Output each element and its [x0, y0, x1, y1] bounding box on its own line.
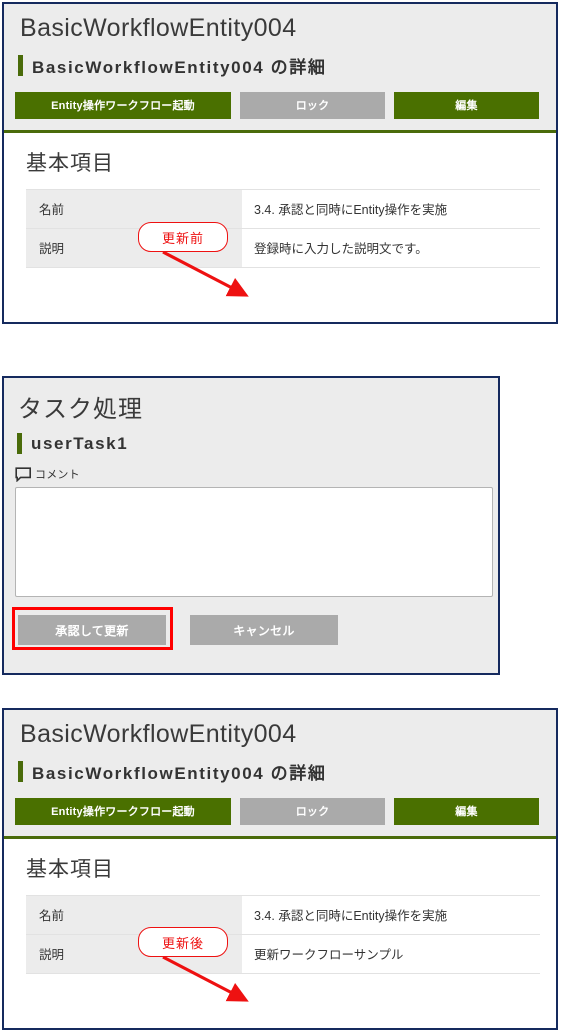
subtitle-row: BasicWorkflowEntity004 の詳細 [4, 49, 556, 88]
comment-area-wrapper [4, 484, 498, 602]
detail-table: 名前 3.4. 承認と同時にEntity操作を実施 説明 登録時に入力した説明文… [26, 188, 540, 268]
accent-bar-icon [18, 760, 23, 782]
row-value: 登録時に入力した説明文です。 [242, 227, 540, 268]
workflow-start-button[interactable]: Entity操作ワークフロー起動 [15, 91, 231, 119]
edit-button[interactable]: 編集 [394, 91, 539, 119]
annotation-callout-before: 更新前 [138, 222, 228, 252]
page-title: BasicWorkflowEntity004 [20, 14, 297, 42]
entity-detail-panel-after: BasicWorkflowEntity004 BasicWorkflowEnti… [2, 708, 558, 1030]
panel-header-before: BasicWorkflowEntity004 BasicWorkflowEnti… [4, 4, 556, 130]
panel-header-after: BasicWorkflowEntity004 BasicWorkflowEnti… [4, 710, 556, 836]
comment-input[interactable] [15, 487, 493, 597]
page-title: BasicWorkflowEntity004 [20, 720, 297, 748]
edit-button[interactable]: 編集 [394, 797, 539, 825]
page-subtitle: BasicWorkflowEntity004 の詳細 [32, 57, 327, 77]
annotation-callout-after: 更新後 [138, 927, 228, 957]
lock-button[interactable]: ロック [240, 797, 385, 825]
task-name-label: userTask1 [31, 433, 129, 453]
task-page-title: タスク処理 [18, 396, 143, 423]
row-value: 3.4. 承認と同時にEntity操作を実施 [242, 188, 540, 229]
workflow-start-button[interactable]: Entity操作ワークフロー起動 [15, 797, 231, 825]
table-row: 名前 3.4. 承認と同時にEntity操作を実施 [26, 188, 540, 229]
entity-detail-panel-before: BasicWorkflowEntity004 BasicWorkflowEnti… [2, 2, 558, 324]
panel-body-before: 基本項目 名前 3.4. 承認と同時にEntity操作を実施 説明 登録時に入力… [4, 132, 556, 268]
task-button-bar: 承認して更新 キャンセル [4, 602, 498, 656]
accent-bar-icon [17, 433, 22, 454]
section-title: 基本項目 [26, 151, 114, 175]
subtitle-row: BasicWorkflowEntity004 の詳細 [4, 755, 556, 794]
row-value: 更新ワークフローサンプル [242, 933, 540, 974]
row-value: 3.4. 承認と同時にEntity操作を実施 [242, 894, 540, 935]
table-row: 名前 3.4. 承認と同時にEntity操作を実施 [26, 894, 540, 935]
action-button-bar: Entity操作ワークフロー起動 ロック 編集 [4, 793, 556, 836]
comment-field-label-row: コメント [4, 464, 498, 484]
action-button-bar: Entity操作ワークフロー起動 ロック 編集 [4, 87, 556, 130]
task-panel-header: タスク処理 userTask1 コメント 承認して更新 キャンセル [4, 378, 498, 673]
cancel-button[interactable]: キャンセル [190, 615, 338, 645]
accent-bar-icon [18, 54, 23, 76]
page-subtitle: BasicWorkflowEntity004 の詳細 [32, 763, 327, 783]
panel-body-after: 基本項目 名前 3.4. 承認と同時にEntity操作を実施 説明 更新ワークフ… [4, 838, 556, 974]
section-title: 基本項目 [26, 857, 114, 881]
lock-button[interactable]: ロック [240, 91, 385, 119]
task-subtitle-row: userTask1 [4, 428, 498, 464]
detail-table: 名前 3.4. 承認と同時にEntity操作を実施 説明 更新ワークフローサンプ… [26, 894, 540, 974]
table-row: 説明 登録時に入力した説明文です。 [26, 227, 540, 268]
comment-label: コメント [35, 469, 80, 481]
speech-bubble-icon [15, 466, 32, 482]
table-row: 説明 更新ワークフローサンプル [26, 933, 540, 974]
approve-and-update-button[interactable]: 承認して更新 [18, 615, 166, 645]
task-processing-panel: タスク処理 userTask1 コメント 承認して更新 キャンセル [2, 376, 500, 675]
